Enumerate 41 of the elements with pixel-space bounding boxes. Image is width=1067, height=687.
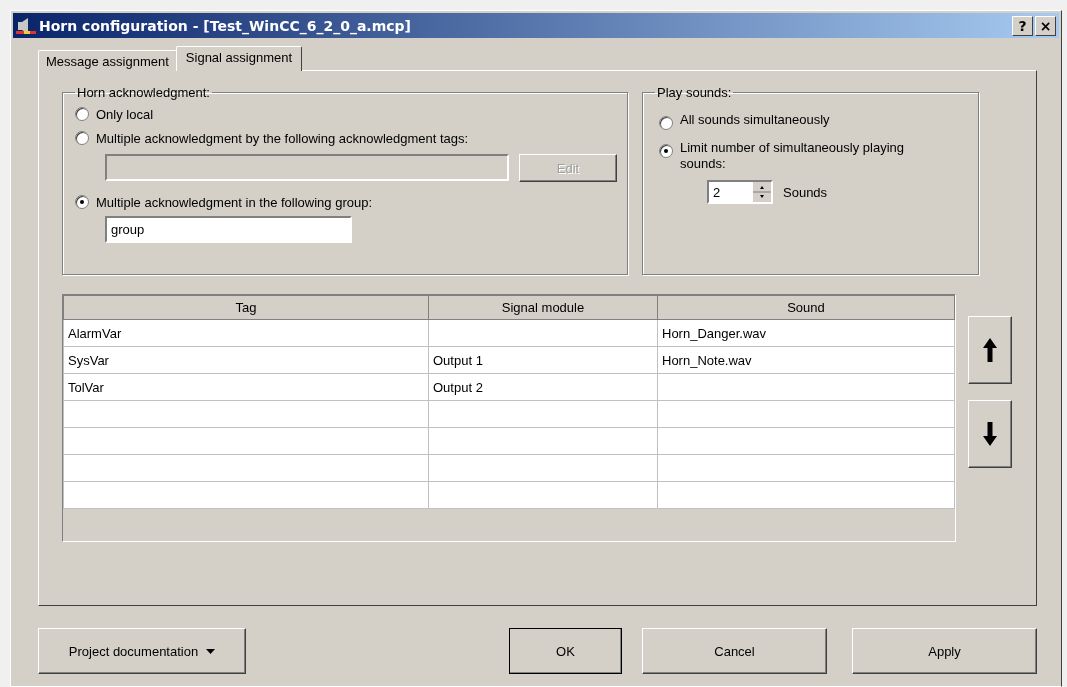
table-cell: Horn_Note.wav — [657, 346, 955, 374]
table-cell: TolVar — [63, 373, 429, 401]
apply-button[interactable]: Apply — [852, 628, 1037, 674]
table-cell: Output 1 — [428, 346, 658, 374]
radio-label: Limit number of simultaneously playing sounds: — [680, 140, 905, 172]
help-button[interactable]: ? — [1012, 15, 1033, 36]
radio-button[interactable] — [659, 144, 673, 158]
horn-icon — [16, 16, 36, 35]
radio-label: All sounds simultaneously — [680, 112, 831, 128]
move-down-button[interactable] — [968, 400, 1012, 468]
table-cell: Output 2 — [428, 373, 658, 401]
table-cell: SysVar — [63, 346, 429, 374]
column-header[interactable]: Signal module — [428, 295, 658, 320]
cancel-button[interactable]: Cancel — [642, 628, 827, 674]
radio-button[interactable] — [659, 116, 673, 130]
up-arrow-icon — [983, 338, 997, 362]
move-up-button[interactable] — [968, 316, 1012, 384]
radio-button[interactable] — [75, 107, 89, 121]
documentation-dropdown[interactable]: Project documentation — [38, 628, 246, 674]
radio-label: Only local — [96, 106, 154, 122]
group-title: Play sounds: — [656, 85, 733, 100]
radio-button[interactable] — [75, 131, 89, 145]
column-header[interactable]: Sound — [657, 295, 955, 320]
spin-box[interactable]: 2 — [707, 180, 773, 204]
down-arrow-icon — [983, 422, 997, 446]
radio-button[interactable] — [75, 195, 89, 209]
tab[interactable]: Message assignment — [38, 50, 177, 71]
input-field[interactable]: group — [105, 216, 352, 243]
close-button[interactable]: × — [1035, 15, 1056, 36]
group-title: Horn acknowledgment: — [76, 85, 211, 100]
radio-label: Multiple acknowledgment by the following acknowledgment tags: — [96, 130, 469, 146]
radio-label: Multiple acknowledgment in the following group: — [96, 194, 373, 210]
table-cell: AlarmVar — [63, 319, 429, 347]
window-title: Horn configuration - [Test_WinCC_6_2_0_a.mcp] — [39, 17, 411, 34]
unit-label: Sounds — [783, 184, 828, 200]
table-cell: Horn_Danger.wav — [657, 319, 955, 347]
tab[interactable]: Signal assignment — [175, 46, 303, 71]
spinner-arrows-icon[interactable] — [753, 182, 771, 202]
ok-button[interactable]: OK — [509, 628, 622, 674]
caret-icon — [206, 648, 216, 654]
column-header[interactable]: Tag — [63, 295, 429, 320]
